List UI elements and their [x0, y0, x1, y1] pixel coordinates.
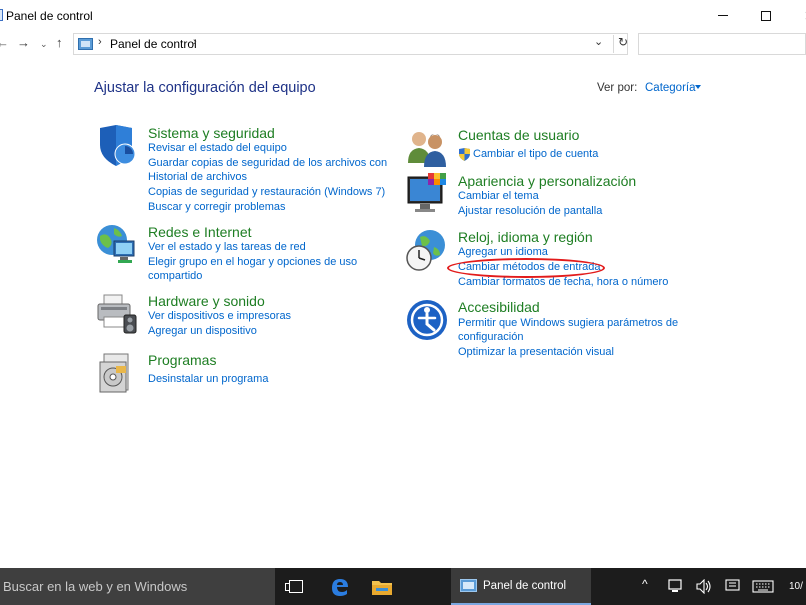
up-arrow-icon[interactable]: ↑ [56, 35, 63, 50]
user-accounts-icon[interactable] [406, 127, 448, 169]
link-change-theme[interactable]: Cambiar el tema [458, 189, 539, 204]
address-dropdown-icon[interactable]: ⌄ [594, 35, 603, 48]
category-title[interactable]: Accesibilidad [458, 299, 540, 315]
keyboard-icon[interactable] [752, 580, 774, 593]
network-icon[interactable] [668, 579, 684, 594]
network-globe-icon[interactable] [96, 224, 138, 266]
page-title: Ajustar la configuración del equipo [94, 80, 316, 96]
volume-icon[interactable] [696, 579, 712, 594]
link-change-account-type[interactable]: Cambiar el tipo de cuenta [473, 147, 598, 162]
window-title: Panel de control [6, 9, 93, 23]
link-change-date-formats[interactable]: Cambiar formatos de fecha, hora o número [458, 275, 668, 290]
search-input[interactable] [638, 33, 806, 55]
edge-icon [332, 578, 348, 596]
category-title[interactable]: Sistema y seguridad [148, 125, 275, 141]
view-by-label: Ver por: [597, 82, 638, 94]
breadcrumb-separator-icon[interactable]: › [98, 36, 102, 48]
link-network-status[interactable]: Ver el estado y las tareas de red [148, 240, 306, 255]
task-view-icon [285, 580, 303, 593]
maximize-button[interactable] [743, 0, 789, 31]
maximize-icon [761, 10, 771, 21]
highlight-annotation [447, 258, 605, 278]
printer-icon[interactable] [96, 293, 138, 335]
control-panel-icon [0, 9, 3, 21]
link-uninstall-program[interactable]: Desinstalar un programa [148, 372, 268, 387]
minimize-icon [718, 15, 728, 16]
category-title[interactable]: Redes e Internet [148, 224, 252, 240]
clock-globe-icon[interactable] [406, 229, 448, 271]
back-arrow-icon[interactable]: ← [0, 35, 9, 50]
category-title[interactable]: Programas [148, 352, 216, 368]
edge-browser-button[interactable] [319, 568, 361, 605]
taskbar: Buscar en la web y en Windows Panel de c… [0, 568, 806, 605]
control-panel-small-icon [78, 38, 93, 50]
view-by-dropdown[interactable]: Categoría [645, 82, 696, 94]
taskbar-app-label: Panel de control [483, 580, 567, 592]
control-panel-taskbar-icon [460, 579, 477, 592]
breadcrumb-control-panel[interactable]: Panel de control [110, 37, 197, 51]
link-file-history[interactable]: Historial de archivos [148, 170, 247, 185]
show-hidden-icons-chevron-icon[interactable]: ^ [642, 577, 648, 591]
category-title[interactable]: Hardware y sonido [148, 293, 265, 309]
uac-shield-icon [459, 148, 470, 161]
minimize-button[interactable] [700, 0, 746, 31]
category-title[interactable]: Reloj, idioma y región [458, 229, 593, 245]
breadcrumb-chevron-icon[interactable]: › [193, 36, 197, 48]
view-by-arrow-icon[interactable] [695, 85, 701, 89]
clock-date[interactable]: 10/ [789, 581, 803, 592]
action-center-icon[interactable] [725, 579, 741, 594]
programs-icon[interactable] [96, 352, 138, 394]
link-check-status[interactable]: Revisar el estado del equipo [148, 141, 287, 156]
control-panel-window: Panel de control ✕ ← → ⌄ ↑ › Panel de co… [0, 0, 806, 568]
folder-icon [372, 580, 392, 595]
task-view-button[interactable] [275, 568, 317, 605]
appearance-monitor-icon[interactable] [406, 173, 448, 215]
accessibility-icon[interactable] [406, 299, 448, 341]
link-backup-files[interactable]: Guardar copias de seguridad de los archi… [148, 156, 387, 171]
link-add-device[interactable]: Agregar un dispositivo [148, 324, 257, 339]
link-screen-resolution[interactable]: Ajustar resolución de pantalla [458, 204, 602, 219]
taskbar-search-box[interactable]: Buscar en la web y en Windows [0, 568, 275, 605]
address-bar[interactable]: › Panel de control › ⌄ ↻ [73, 33, 628, 55]
link-find-fix-problems[interactable]: Buscar y corregir problemas [148, 200, 286, 215]
link-devices-printers[interactable]: Ver dispositivos e impresoras [148, 309, 291, 324]
forward-arrow-icon[interactable]: → [17, 35, 30, 50]
refresh-icon[interactable]: ↻ [613, 35, 628, 53]
file-explorer-button[interactable] [361, 568, 403, 605]
link-windows-suggest-settings[interactable]: Permitir que Windows sugiera parámetros … [458, 316, 678, 331]
close-button[interactable]: ✕ [787, 0, 806, 31]
link-backup-restore[interactable]: Copias de seguridad y restauración (Wind… [148, 185, 385, 200]
title-bar[interactable]: Panel de control ✕ [0, 0, 806, 31]
recent-locations-chevron-icon[interactable]: ⌄ [40, 39, 48, 50]
security-shield-icon[interactable] [96, 125, 138, 167]
category-title[interactable]: Apariencia y personalización [458, 173, 636, 189]
taskbar-control-panel-button[interactable]: Panel de control [451, 568, 591, 605]
navigation-bar: ← → ⌄ ↑ › Panel de control › ⌄ ↻ [0, 31, 806, 58]
link-sharing[interactable]: compartido [148, 269, 202, 284]
taskbar-search-placeholder: Buscar en la web y en Windows [3, 579, 188, 594]
link-homegroup[interactable]: Elegir grupo en el hogar y opciones de u… [148, 255, 357, 270]
link-optimize-display[interactable]: Optimizar la presentación visual [458, 345, 614, 360]
category-title[interactable]: Cuentas de usuario [458, 127, 579, 143]
link-configuration[interactable]: configuración [458, 330, 523, 345]
